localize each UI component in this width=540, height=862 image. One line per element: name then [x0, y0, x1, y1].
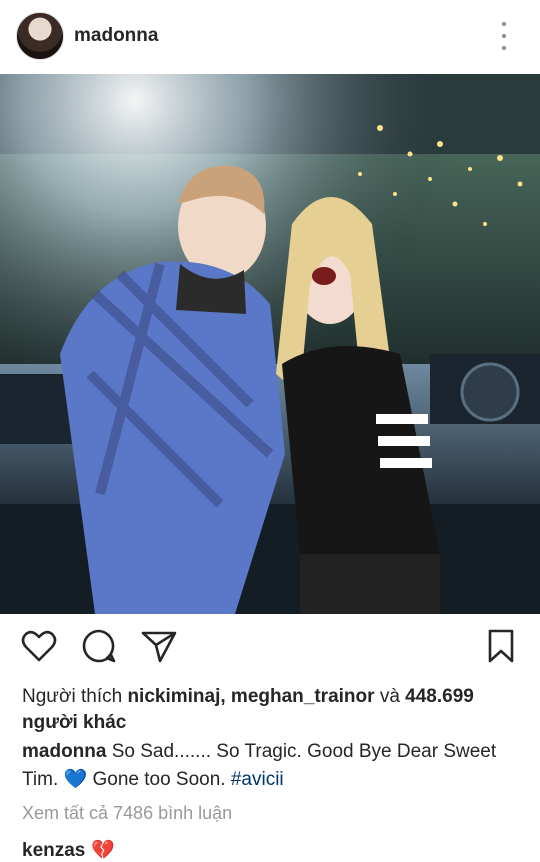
avatar[interactable]: [16, 12, 64, 60]
blue-heart-emoji: 💙: [63, 769, 88, 790]
caption-username[interactable]: madonna: [22, 741, 106, 762]
caption-text-after: Gone too Soon.: [92, 769, 226, 790]
broken-heart-emoji: 💔: [91, 840, 116, 861]
post-caption: madonna So Sad....... So Tragic. Good By…: [22, 738, 527, 794]
caption-hashtag[interactable]: #avicii: [231, 769, 284, 790]
comment-icon[interactable]: [79, 626, 119, 666]
likes-conj: và: [379, 686, 400, 707]
more-options-icon[interactable]: [496, 22, 512, 50]
post-image: [0, 74, 540, 614]
likes-prefix: Người thích: [22, 686, 123, 707]
likes-users[interactable]: nickiminaj, meghan_trainor: [127, 686, 374, 707]
post-photo[interactable]: [0, 74, 540, 614]
share-icon[interactable]: [139, 626, 179, 666]
bookmark-icon[interactable]: [481, 626, 521, 666]
post-header: madonna: [0, 0, 540, 74]
post-username[interactable]: madonna: [74, 25, 158, 47]
likes-suffix[interactable]: người khác: [22, 712, 126, 733]
action-bar: [0, 626, 540, 672]
comment-username[interactable]: kenzas: [22, 840, 85, 861]
likes-summary[interactable]: Người thích nickiminaj, meghan_trainor v…: [22, 684, 527, 736]
view-all-comments-link[interactable]: Xem tất cả 7486 bình luận: [22, 803, 232, 824]
comment-row: kenzas 💔: [22, 838, 115, 862]
like-heart-icon[interactable]: [19, 626, 59, 666]
likes-count[interactable]: 448.699: [405, 686, 474, 707]
